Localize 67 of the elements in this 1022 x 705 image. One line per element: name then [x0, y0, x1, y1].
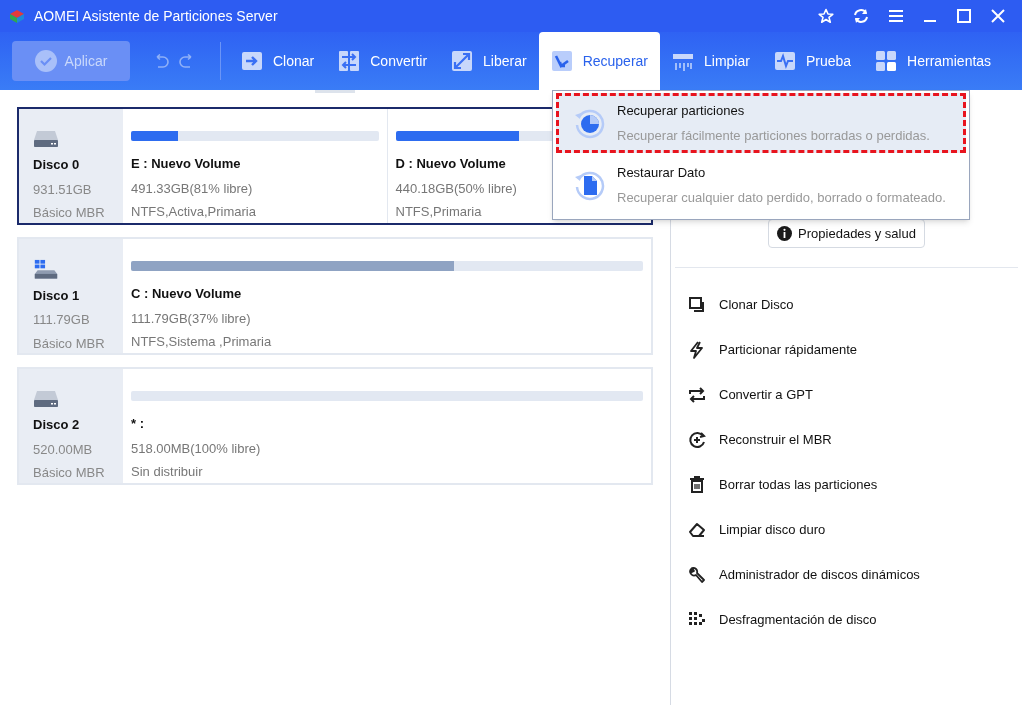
disk-action-item[interactable]: Desfragmentación de disco — [688, 597, 1022, 642]
disk-name: Disco 2 — [33, 416, 81, 434]
disk-card[interactable]: Disco 1 111.79GB Básico MBR C : Nuevo Volume 111.79GB(37% libre) NTFS,Sistema ,Primaria — [17, 237, 653, 355]
close-icon[interactable] — [990, 9, 1006, 23]
app-logo-icon — [8, 8, 26, 24]
disk-action-item[interactable]: Limpiar disco duro — [688, 507, 1022, 552]
check-icon — [34, 50, 57, 72]
disk-size: 520.00MB — [33, 440, 94, 459]
grid-icon — [875, 50, 898, 72]
pie-restore-icon — [573, 107, 605, 139]
disk-card[interactable]: Disco 2 520.00MB Básico MBR * : 518.00MB(100% libre) Sin distribuir — [17, 367, 653, 485]
partition-info: Sin distribuir — [131, 463, 203, 481]
pulse-icon — [773, 50, 796, 72]
disk-type: Básico MBR — [33, 334, 106, 353]
partition-info: NTFS,Activa,Primaria — [131, 203, 256, 221]
disk-action-item[interactable]: Convertir a GPT — [688, 372, 1022, 417]
toolbar-tab[interactable]: Liberar — [439, 32, 539, 90]
system-disk-icon — [33, 259, 59, 280]
menu-item[interactable]: Recuperar particiones Recuperar fácilmente particiones borradas o perdidas. — [556, 93, 966, 153]
disk-type: Básico MBR — [33, 464, 106, 482]
toolbar-tab[interactable]: Recuperar — [538, 32, 660, 90]
arrow-box-icon — [241, 50, 263, 72]
wrench-icon — [688, 565, 706, 584]
expand-arrows-icon — [451, 50, 474, 72]
partition-size: 518.00MB(100% libre) — [131, 439, 261, 458]
disk-action-item[interactable]: Administrador de discos dinámicos — [688, 552, 1022, 597]
partition-name: D : Nuevo Volume — [395, 155, 506, 173]
toolbar-tab[interactable]: Prueba — [761, 32, 864, 90]
star-icon[interactable] — [818, 8, 834, 24]
swap-arrows-icon — [338, 50, 361, 72]
maximize-icon[interactable] — [956, 9, 972, 23]
file-restore-icon — [573, 169, 605, 201]
toolbar-tab[interactable]: Limpiar — [660, 32, 762, 90]
eraser-icon — [688, 520, 706, 539]
partition-block[interactable]: * : 518.00MB(100% libre) Sin distribuir — [123, 369, 651, 483]
partition-name: C : Nuevo Volume — [131, 285, 242, 303]
disk-action-item[interactable]: Particionar rápidamente — [688, 327, 1022, 372]
lightning-icon — [688, 340, 706, 359]
partition-size: 111.79GB(37% libre) — [131, 309, 251, 328]
disk-size: 931.51GB — [33, 180, 93, 199]
partition-size: 440.18GB(50% libre) — [395, 179, 517, 198]
copy-icon — [688, 295, 706, 314]
disk-action-item[interactable]: Clonar Disco — [688, 282, 1022, 327]
disk-size: 111.79GB — [33, 311, 91, 329]
trash-icon — [688, 475, 706, 494]
refresh-icon[interactable] — [852, 8, 870, 24]
circle-plus-icon — [688, 430, 706, 449]
partition-name: * : — [131, 415, 144, 433]
partition-info: NTFS,Sistema ,Primaria — [131, 333, 272, 351]
disk-name: Disco 1 — [33, 286, 81, 305]
window-title: AOMEI Asistente de Particiones Server — [34, 6, 278, 26]
toolbar-tab[interactable]: Convertir — [326, 32, 440, 90]
info-icon — [777, 226, 793, 241]
disk-type: Básico MBR — [33, 204, 106, 222]
partition-info: NTFS,Primaria — [395, 203, 482, 221]
resize-handle[interactable] — [315, 90, 355, 93]
disk-action-item[interactable]: Reconstruir el MBR — [688, 417, 1022, 462]
disk-action-item[interactable]: Borrar todas las particiones — [688, 462, 1022, 507]
menu-icon[interactable] — [888, 9, 904, 23]
swap-arrows-icon — [688, 385, 706, 404]
toolbar-tab[interactable]: Herramientas — [863, 32, 1004, 90]
partition-name: E : Nuevo Volume — [131, 155, 241, 173]
partition-block[interactable]: C : Nuevo Volume 111.79GB(37% libre) NTFS,Sistema ,Primaria — [123, 239, 651, 353]
disk-name: Disco 0 — [33, 156, 81, 174]
partition-block[interactable]: E : Nuevo Volume 491.33GB(81% libre) NTFS,Activa,Primaria — [123, 109, 387, 223]
partition-size: 491.33GB(81% libre) — [131, 179, 253, 198]
toolbar-tab[interactable]: Clonar — [229, 32, 327, 90]
